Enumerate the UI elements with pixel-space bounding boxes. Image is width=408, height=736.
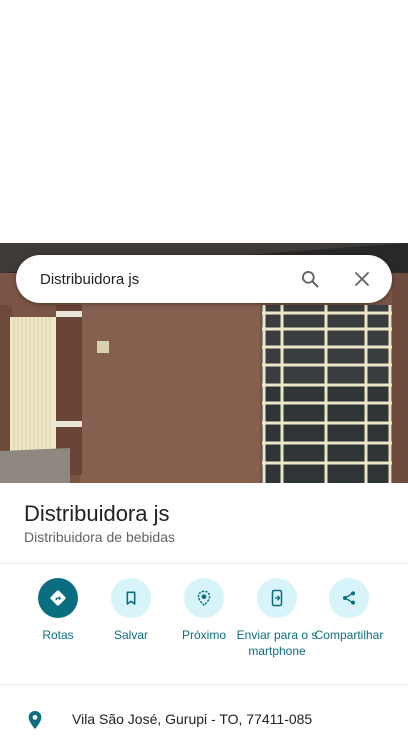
location-pin-icon xyxy=(26,709,44,736)
action-buttons-row: Rotas Salvar Próximo Enviar para o smart… xyxy=(0,578,408,678)
nearby-icon xyxy=(184,578,224,618)
map-area-blank xyxy=(0,0,408,243)
divider xyxy=(0,563,408,564)
nearby-label: Próximo xyxy=(181,628,226,642)
place-title: Distribuidora js xyxy=(24,501,170,526)
search-input[interactable]: Distribuidora js xyxy=(40,271,298,288)
place-category[interactable]: Distribuidora de bebidas xyxy=(24,529,175,545)
directions-label: Rotas xyxy=(42,628,74,642)
search-bar[interactable]: Distribuidora js xyxy=(16,255,392,303)
save-label: Salvar xyxy=(113,628,148,642)
nearby-button[interactable]: Próximo xyxy=(162,578,246,643)
divider xyxy=(0,684,408,685)
save-button[interactable]: Salvar xyxy=(89,578,173,643)
directions-icon xyxy=(38,578,78,618)
share-button[interactable]: Compartilhar xyxy=(307,578,391,643)
address-text: Vila São José, Gurupi - TO, 77411-085 xyxy=(72,711,313,727)
send-to-phone-icon xyxy=(257,578,297,618)
search-icon[interactable] xyxy=(298,267,322,291)
address-row[interactable]: Vila São José, Gurupi - TO, 77411-085 xyxy=(0,700,408,729)
share-label: Compartilhar xyxy=(314,628,384,642)
directions-button[interactable]: Rotas xyxy=(16,578,100,643)
bookmark-icon xyxy=(111,578,151,618)
close-icon[interactable] xyxy=(350,267,374,291)
share-icon xyxy=(329,578,369,618)
